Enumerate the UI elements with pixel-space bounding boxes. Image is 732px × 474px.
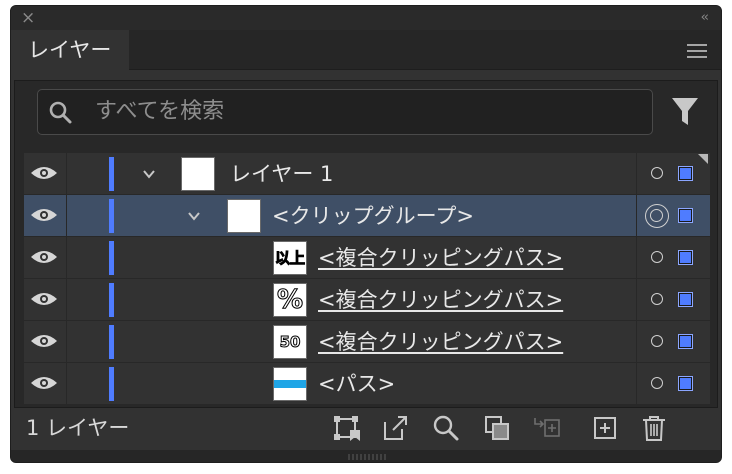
thumbnail-text: 50	[279, 333, 301, 352]
selection-indicator[interactable]	[678, 166, 693, 181]
layer-color-bar	[109, 157, 114, 191]
layer-row[interactable]: % <複合クリッピングパス>	[24, 278, 710, 320]
column-divider	[636, 153, 637, 194]
selection-indicator[interactable]	[678, 376, 693, 391]
column-divider	[636, 321, 637, 362]
eye-icon[interactable]	[30, 291, 58, 307]
layer-row[interactable]: レイヤー 1	[24, 152, 710, 194]
corner-triangle-icon	[698, 154, 708, 164]
thumbnail-text: 以上	[274, 249, 305, 268]
lock-column[interactable]	[66, 237, 67, 278]
resize-grip[interactable]	[11, 450, 721, 462]
layer-name[interactable]: <パス>	[318, 363, 395, 405]
export-icon[interactable]	[381, 414, 409, 442]
selection-indicator[interactable]	[678, 250, 693, 265]
layer-color-bar	[109, 241, 114, 275]
thumbnail-stripe	[274, 380, 306, 388]
target-icon[interactable]	[651, 167, 663, 179]
panel-menu-icon[interactable]	[687, 44, 707, 58]
eye-icon[interactable]	[30, 249, 58, 265]
layer-list: レイヤー 1 <クリップグループ> 以上 <複合クリッピングパス>% <複合クリッピング…	[24, 152, 710, 404]
layer-thumbnail	[227, 199, 261, 233]
layer-color-bar	[109, 199, 114, 233]
lock-column[interactable]	[66, 195, 67, 236]
chevron-down-icon[interactable]	[187, 208, 201, 222]
layer-row[interactable]: 50 <複合クリッピングパス>	[24, 320, 710, 362]
thumbnail-text: %	[276, 285, 304, 316]
close-icon[interactable]: ×	[21, 8, 35, 28]
selection-indicator[interactable]	[678, 208, 693, 223]
layer-name[interactable]: <複合クリッピングパス>	[318, 279, 563, 321]
column-divider	[636, 237, 637, 278]
eye-icon[interactable]	[30, 333, 58, 349]
column-divider	[636, 195, 637, 236]
layer-thumbnail: 50	[273, 325, 307, 359]
tab-layers[interactable]: レイヤー	[11, 30, 129, 70]
column-divider	[636, 279, 637, 320]
panel-titlebar: × ‹‹	[11, 6, 721, 30]
layer-color-bar	[109, 283, 114, 317]
layer-name[interactable]: <複合クリッピングパス>	[318, 237, 563, 279]
lock-column[interactable]	[66, 363, 67, 404]
layer-row[interactable]: <パス>	[24, 362, 710, 404]
layers-panel: × ‹‹ レイヤー すべてを検索 レイヤー 1 <クリップグループ> 以上 <複合クリ…	[10, 5, 722, 463]
layer-row[interactable]: 以上 <複合クリッピングパス>	[24, 236, 710, 278]
filter-icon[interactable]	[671, 96, 699, 128]
layer-thumbnail: 以上	[273, 241, 307, 275]
tab-strip	[129, 30, 721, 70]
layer-count: 1 レイヤー	[26, 416, 130, 440]
panel-footer: 1 レイヤー	[11, 408, 721, 450]
artboard-collect-icon[interactable]	[333, 414, 361, 442]
eye-icon[interactable]	[30, 375, 58, 391]
target-icon[interactable]	[651, 335, 663, 347]
target-icon[interactable]	[651, 293, 663, 305]
search-icon	[49, 101, 72, 124]
chevron-down-icon[interactable]	[142, 166, 156, 180]
layer-thumbnail	[273, 367, 307, 401]
layer-color-bar	[109, 325, 114, 359]
clipping-mask-icon[interactable]	[483, 414, 511, 442]
delete-icon[interactable]	[640, 414, 668, 442]
new-layer-icon[interactable]	[591, 414, 619, 442]
grip-lines-icon	[348, 454, 386, 460]
target-icon[interactable]	[651, 251, 663, 263]
locate-object-icon[interactable]	[432, 414, 460, 442]
layer-name[interactable]: <複合クリッピングパス>	[318, 321, 563, 363]
layer-thumbnail: %	[273, 283, 307, 317]
eye-icon[interactable]	[30, 165, 58, 181]
target-selected-icon[interactable]	[645, 204, 669, 228]
lock-column[interactable]	[66, 279, 67, 320]
lock-column[interactable]	[66, 153, 67, 194]
target-icon[interactable]	[651, 377, 663, 389]
layer-name[interactable]: <クリップグループ>	[272, 195, 474, 237]
layer-thumbnail	[181, 157, 215, 191]
layer-row[interactable]: <クリップグループ>	[24, 194, 710, 236]
eye-icon[interactable]	[30, 207, 58, 223]
search-placeholder: すべてを検索	[95, 99, 225, 124]
column-divider	[636, 363, 637, 404]
selection-indicator[interactable]	[678, 292, 693, 307]
selection-indicator[interactable]	[678, 334, 693, 349]
new-sublayer-icon[interactable]	[533, 414, 561, 442]
lock-column[interactable]	[66, 321, 67, 362]
search-input[interactable]: すべてを検索	[37, 89, 653, 135]
layer-name[interactable]: レイヤー 1	[230, 153, 333, 195]
collapse-panel-icon[interactable]: ‹‹	[701, 8, 710, 28]
layer-color-bar	[109, 367, 114, 401]
